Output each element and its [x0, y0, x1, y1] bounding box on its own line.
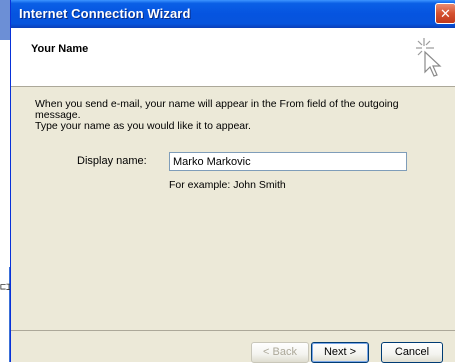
display-name-label: Display name:: [77, 155, 147, 167]
window-title: Internet Connection Wizard: [19, 6, 191, 21]
description-text: When you send e-mail, your name will app…: [35, 99, 445, 132]
wizard-sparkle-cursor-icon: [416, 38, 442, 77]
close-icon: ✕: [440, 6, 451, 21]
wizard-content: When you send e-mail, your name will app…: [11, 87, 455, 317]
example-hint: For example: John Smith: [169, 179, 286, 191]
description-line: Type your name as you would like it to a…: [35, 120, 251, 132]
description-line: When you send e-mail, your name will app…: [35, 98, 399, 121]
wizard-header-panel: Your Name: [11, 28, 455, 87]
close-button[interactable]: ✕: [435, 3, 455, 24]
cancel-button[interactable]: Cancel: [381, 342, 443, 363]
display-name-input[interactable]: [169, 152, 407, 171]
next-button[interactable]: Next >: [311, 342, 369, 363]
back-button[interactable]: < Back: [251, 342, 309, 363]
page-title: Your Name: [31, 43, 89, 55]
title-bar[interactable]: Internet Connection Wizard ✕: [11, 0, 455, 28]
button-bar: < Back Next > Cancel: [11, 330, 455, 363]
wizard-dialog: Internet Connection Wizard ✕ Your Name W…: [10, 0, 455, 363]
